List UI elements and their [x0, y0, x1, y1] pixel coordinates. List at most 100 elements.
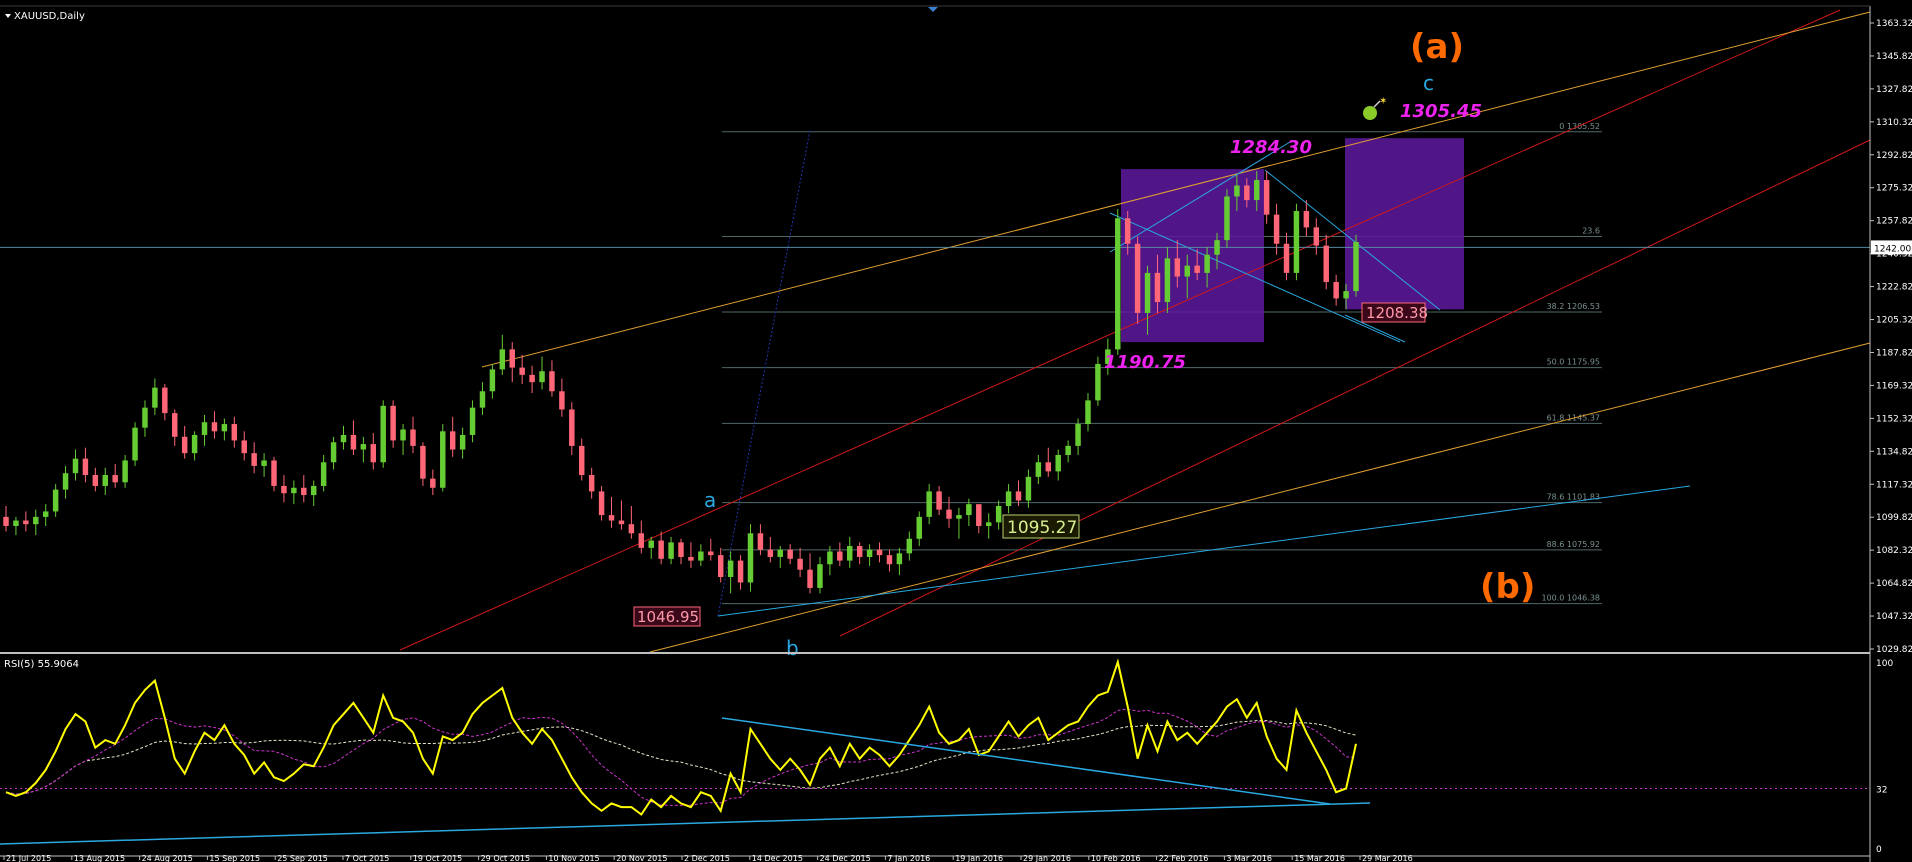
candle-body [142, 407, 148, 428]
candle-body [896, 553, 903, 565]
candle-body [1204, 254, 1210, 273]
candle-body [23, 520, 29, 525]
fib-label: 50.0 1175.95 [1547, 358, 1600, 367]
time-tick-label: 22 Feb 2016 [1159, 854, 1209, 862]
fib-label: 23.6 [1582, 226, 1600, 235]
candle-body [866, 549, 873, 557]
candle-body [1333, 282, 1339, 299]
price-tick-label: 1187.82 [1876, 348, 1912, 358]
candle-body [569, 409, 575, 446]
candle-body [3, 516, 9, 527]
rsi-trend-line [0, 802, 1371, 845]
candle-body [1075, 424, 1081, 446]
time-tick-label: 10 Nov 2015 [548, 854, 599, 862]
time-tick-label: 10 Feb 2016 [1091, 854, 1141, 862]
candle-body [430, 478, 436, 488]
candle-body [1234, 185, 1240, 197]
price-tick-label: 1222.82 [1876, 283, 1912, 293]
candle-body [1144, 272, 1151, 313]
candle-body [1293, 211, 1300, 273]
candle-body [1095, 363, 1101, 401]
trading-terminal: 0 1305.5223.638.2 1206.5350.0 1175.9561.… [0, 0, 1912, 862]
rsi-panel[interactable]: 100 32 0 [0, 658, 1893, 855]
candle-body [737, 560, 744, 583]
candle-body [618, 520, 625, 525]
time-tick-label: 19 Oct 2015 [413, 854, 462, 862]
candle-body [410, 429, 416, 446]
candle-body [777, 549, 783, 557]
fib-label: 38.2 1206.53 [1547, 302, 1600, 311]
candle-body [132, 427, 138, 461]
wave-label-a-minor: a [704, 488, 716, 512]
price-tick-label: 1047.32 [1876, 612, 1912, 622]
candle-body [172, 413, 178, 437]
candle-body [499, 349, 506, 370]
candle-body [698, 551, 704, 561]
candle-body [539, 371, 545, 383]
candle-body [787, 549, 793, 559]
candle-body [271, 460, 277, 486]
candle-body [1045, 462, 1052, 472]
candle-body [1184, 265, 1190, 277]
candle-body [1005, 491, 1012, 506]
candle-body [1303, 211, 1310, 228]
candle-body [767, 549, 774, 557]
candle-body [588, 475, 595, 492]
candle-body [72, 458, 79, 474]
candle-body [211, 422, 218, 432]
candle-body [191, 434, 198, 454]
time-tick-label: 21 Jul 2015 [6, 854, 51, 862]
candle-body [62, 473, 69, 490]
bomb-icon [1363, 106, 1377, 120]
candle-body [13, 520, 19, 527]
candle-body [241, 440, 247, 454]
candle-body [1273, 214, 1280, 244]
candle-body [708, 551, 714, 556]
candle-body [658, 540, 664, 559]
time-tick-label: 29 Oct 2015 [481, 854, 530, 862]
candle-body [876, 549, 883, 556]
candle-body [1015, 491, 1022, 501]
candle-body [926, 491, 932, 517]
candle-body [320, 462, 327, 486]
candle-body [807, 569, 813, 588]
candle-body [717, 555, 724, 577]
time-tick-label: 20 Nov 2015 [616, 854, 667, 862]
time-tick-label: 3 Mar 2016 [1226, 854, 1272, 862]
chart-svg: 0 1305.5223.638.2 1206.5350.0 1175.9561.… [0, 5, 1912, 862]
price-tick-label: 1257.82 [1876, 217, 1912, 227]
candle-body [380, 405, 386, 463]
price-panel[interactable]: 0 1305.5223.638.2 1206.5350.0 1175.9561.… [0, 6, 1871, 660]
candle-body [112, 475, 118, 483]
candle-body [747, 533, 754, 583]
price-axis[interactable]: 1363.32 1345.82 1327.82 1310.32 1292.82 1275.… [1869, 6, 1912, 862]
candle-body [509, 349, 515, 368]
time-tick-label: 15 Mar 2016 [1294, 854, 1345, 862]
price-tick-label: 1117.32 [1876, 480, 1912, 490]
candle-body [400, 429, 406, 441]
candle-body [1323, 245, 1329, 283]
candle-body [856, 546, 863, 557]
candle-body [906, 538, 913, 554]
candle-body [420, 445, 426, 479]
candle-body [152, 387, 158, 408]
candle-body [1025, 476, 1032, 501]
candle-body [847, 546, 853, 561]
candle-body [817, 564, 823, 588]
candle-body [92, 475, 99, 486]
candle-body [727, 560, 734, 577]
candle-body [648, 540, 654, 548]
time-tick-label: 15 Sep 2015 [209, 854, 260, 862]
candle-body [350, 434, 357, 450]
price-tick-label: 1275.32 [1876, 184, 1912, 194]
candle-body [579, 445, 585, 476]
candle-body [519, 367, 525, 375]
rsi-lines: 100 32 0 [0, 658, 1893, 855]
rsi-tick-label: 0 [1876, 845, 1882, 855]
candle-body [886, 555, 893, 565]
candle-body [837, 551, 843, 561]
candle-body [122, 460, 128, 483]
time-axis[interactable]: 21 Jul 2015 13 Aug 2015 24 Aug 2015 15 Sep … [0, 854, 1870, 862]
price-tick-label: 1152.32 [1876, 414, 1912, 424]
candle-body [1085, 400, 1091, 425]
